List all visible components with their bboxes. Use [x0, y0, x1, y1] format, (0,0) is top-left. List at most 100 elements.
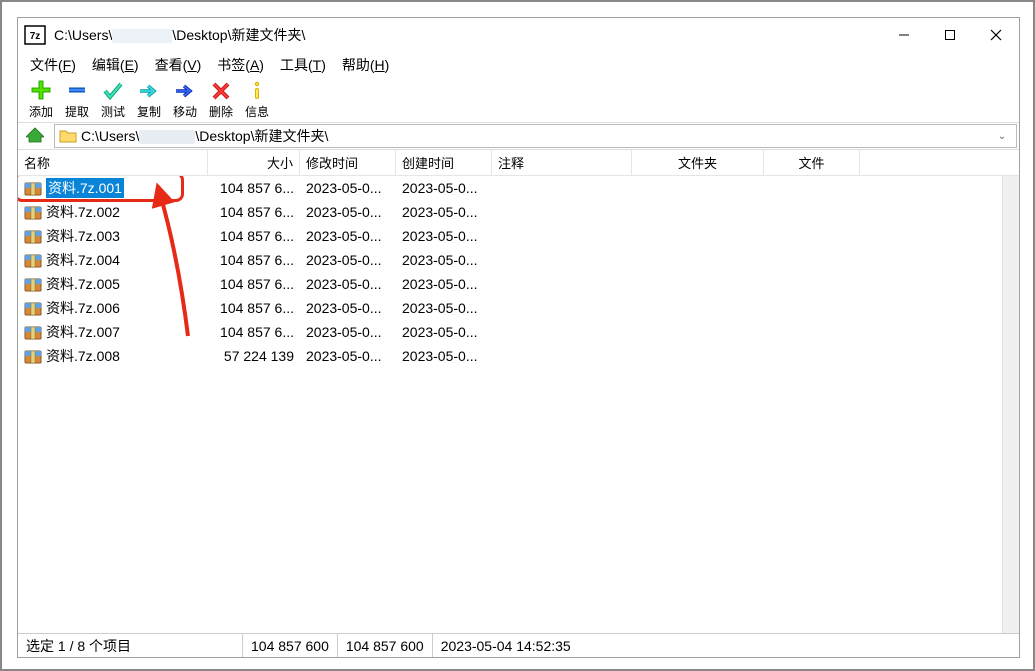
file-name: 资料.7z.006 [46, 298, 120, 318]
path-dropdown[interactable]: ⌄ [992, 131, 1012, 142]
archive-part-icon [24, 299, 42, 317]
file-modified: 2023-05-0... [300, 180, 396, 196]
file-created: 2023-05-0... [396, 324, 492, 340]
file-row[interactable]: 资料.7z.005104 857 6...2023-05-0...2023-05… [18, 272, 1019, 296]
file-name: 资料.7z.005 [46, 274, 120, 294]
info-icon [245, 80, 269, 102]
column-created[interactable]: 创建时间 [396, 150, 492, 175]
menu-edit[interactable]: 编辑(E) [86, 53, 145, 77]
delete-button[interactable]: 删除 [204, 80, 238, 120]
folder-icon [59, 128, 77, 144]
file-created: 2023-05-0... [396, 204, 492, 220]
minus-icon [65, 80, 89, 102]
file-size: 57 224 139 [208, 348, 300, 364]
column-headers: 名称 大小 修改时间 创建时间 注释 文件夹 文件 [18, 150, 1019, 176]
check-icon [101, 80, 125, 102]
status-size-2: 104 857 600 [338, 634, 433, 657]
move-button[interactable]: 移动 [168, 80, 202, 120]
file-row[interactable]: 资料.7z.00857 224 1392023-05-0...2023-05-0… [18, 344, 1019, 368]
column-size[interactable]: 大小 [208, 150, 300, 175]
titlebar: 7z C:\Users\\Desktop\新建文件夹\ [18, 18, 1019, 52]
path-input[interactable]: C:\Users\\Desktop\新建文件夹\ ⌄ [54, 124, 1017, 148]
status-bar: 选定 1 / 8 个项目 104 857 600 104 857 600 202… [18, 633, 1019, 657]
file-row[interactable]: 资料.7z.001104 857 6...2023-05-0...2023-05… [18, 176, 1019, 200]
file-row[interactable]: 资料.7z.002104 857 6...2023-05-0...2023-05… [18, 200, 1019, 224]
file-name: 资料.7z.004 [46, 250, 120, 270]
vertical-scrollbar[interactable] [1002, 176, 1019, 633]
file-modified: 2023-05-0... [300, 204, 396, 220]
archive-part-icon [24, 347, 42, 365]
file-row[interactable]: 资料.7z.007104 857 6...2023-05-0...2023-05… [18, 320, 1019, 344]
file-created: 2023-05-0... [396, 252, 492, 268]
window-title: C:\Users\\Desktop\新建文件夹\ [54, 25, 881, 45]
file-modified: 2023-05-0... [300, 300, 396, 316]
copy-arrow-icon [137, 80, 161, 102]
add-button[interactable]: 添加 [24, 80, 58, 120]
column-comment[interactable]: 注释 [492, 150, 632, 175]
archive-part-icon [24, 203, 42, 221]
file-name: 资料.7z.001 [46, 178, 124, 198]
path-bar: C:\Users\\Desktop\新建文件夹\ ⌄ [18, 122, 1019, 150]
file-name: 资料.7z.008 [46, 346, 120, 366]
menu-help[interactable]: 帮助(H) [336, 53, 395, 77]
file-size: 104 857 6... [208, 204, 300, 220]
file-list[interactable]: 资料.7z.001104 857 6...2023-05-0...2023-05… [18, 176, 1019, 633]
file-size: 104 857 6... [208, 228, 300, 244]
column-modified[interactable]: 修改时间 [300, 150, 396, 175]
archive-part-icon [24, 179, 42, 197]
plus-icon [29, 80, 53, 102]
file-created: 2023-05-0... [396, 348, 492, 364]
file-row[interactable]: 资料.7z.006104 857 6...2023-05-0...2023-05… [18, 296, 1019, 320]
extract-button[interactable]: 提取 [60, 80, 94, 120]
archive-part-icon [24, 251, 42, 269]
column-folder[interactable]: 文件夹 [632, 150, 764, 175]
file-created: 2023-05-0... [396, 180, 492, 196]
up-button[interactable] [20, 124, 50, 148]
file-name: 资料.7z.002 [46, 202, 120, 222]
archive-part-icon [24, 275, 42, 293]
menu-view[interactable]: 查看(V) [149, 53, 208, 77]
app-7z-icon: 7z [24, 24, 46, 46]
svg-text:7z: 7z [30, 31, 41, 42]
x-icon [209, 80, 233, 102]
app-window: 7z C:\Users\\Desktop\新建文件夹\ 文件(F) 编辑(E) … [17, 17, 1020, 658]
file-modified: 2023-05-0... [300, 324, 396, 340]
file-name: 资料.7z.007 [46, 322, 120, 342]
menu-bookmark[interactable]: 书签(A) [211, 53, 270, 77]
file-created: 2023-05-0... [396, 300, 492, 316]
status-size-1: 104 857 600 [243, 634, 338, 657]
file-modified: 2023-05-0... [300, 252, 396, 268]
file-size: 104 857 6... [208, 300, 300, 316]
file-modified: 2023-05-0... [300, 228, 396, 244]
minimize-button[interactable] [881, 18, 927, 52]
menu-tools[interactable]: 工具(T) [274, 53, 332, 77]
status-datetime: 2023-05-04 14:52:35 [433, 634, 579, 657]
file-size: 104 857 6... [208, 252, 300, 268]
file-row[interactable]: 资料.7z.003104 857 6...2023-05-0...2023-05… [18, 224, 1019, 248]
file-modified: 2023-05-0... [300, 276, 396, 292]
info-button[interactable]: 信息 [240, 80, 274, 120]
redacted-username-path [139, 130, 195, 144]
file-created: 2023-05-0... [396, 276, 492, 292]
menubar: 文件(F) 编辑(E) 查看(V) 书签(A) 工具(T) 帮助(H) [18, 52, 1019, 78]
move-arrow-icon [173, 80, 197, 102]
file-row[interactable]: 资料.7z.004104 857 6...2023-05-0...2023-05… [18, 248, 1019, 272]
close-button[interactable] [973, 18, 1019, 52]
maximize-button[interactable] [927, 18, 973, 52]
column-file[interactable]: 文件 [764, 150, 860, 175]
status-selection: 选定 1 / 8 个项目 [18, 634, 243, 657]
archive-part-icon [24, 227, 42, 245]
test-button[interactable]: 测试 [96, 80, 130, 120]
redacted-username [112, 29, 172, 43]
toolbar: 添加 提取 测试 复制 移动 删除 [18, 78, 1019, 122]
file-size: 104 857 6... [208, 276, 300, 292]
file-name: 资料.7z.003 [46, 226, 120, 246]
menu-file[interactable]: 文件(F) [24, 53, 82, 77]
archive-part-icon [24, 323, 42, 341]
column-name[interactable]: 名称 [18, 150, 208, 175]
file-modified: 2023-05-0... [300, 348, 396, 364]
file-size: 104 857 6... [208, 324, 300, 340]
path-text: C:\Users\\Desktop\新建文件夹\ [81, 126, 992, 146]
copy-button[interactable]: 复制 [132, 80, 166, 120]
file-size: 104 857 6... [208, 180, 300, 196]
